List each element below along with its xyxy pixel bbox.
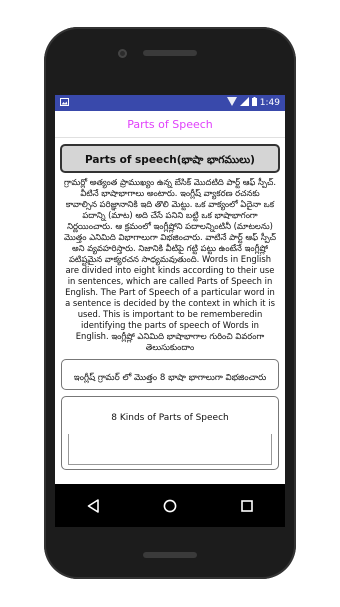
app-bar: Parts of Speech (55, 111, 285, 138)
card-total-parts[interactable]: ఇంగ్లీష్ గ్రామర్ లో మొత్తం 8 భాషా భాగాలు… (61, 359, 279, 390)
status-time: 1:49 (259, 98, 280, 108)
body-text: గ్రామర్లో అత్యంత ప్రాముఖ్యం ఉన్న బేసిక్ … (64, 177, 276, 352)
home-button[interactable] (160, 496, 180, 516)
content-area[interactable]: Parts of speech(భాషా భాగములు) గ్రామర్లో … (55, 138, 285, 470)
top-speaker (143, 50, 197, 56)
image-icon (60, 97, 69, 109)
status-icons: 1:49 (226, 97, 280, 109)
card-eight-kinds[interactable]: 8 Kinds of Parts of Speech (61, 396, 279, 470)
bottom-speaker (143, 552, 197, 558)
status-bar: 1:49 (55, 95, 285, 111)
back-button[interactable] (83, 496, 103, 516)
home-icon (163, 499, 177, 512)
section-heading: Parts of speech(భాషా భాగములు) (60, 144, 280, 173)
heading-text: Parts of speech(భాషా భాగములు) (85, 154, 255, 166)
nav-bar (55, 484, 285, 527)
front-camera (118, 49, 127, 58)
back-icon (88, 498, 100, 513)
card-eight-kinds-label: 8 Kinds of Parts of Speech (111, 413, 229, 423)
card-total-parts-label: ఇంగ్లీష్ గ్రామర్ లో మొత్తం 8 భాషా భాగాలు… (73, 373, 267, 383)
wifi-icon (226, 97, 237, 109)
signal-icon (239, 97, 249, 109)
recents-button[interactable] (237, 496, 257, 516)
app-title: Parts of Speech (127, 117, 213, 131)
card-eight-kinds-inner (68, 434, 272, 465)
recents-icon (240, 499, 253, 512)
battery-icon (251, 97, 257, 109)
screen: 1:49 Parts of Speech Parts of speech(భాష… (55, 95, 285, 527)
